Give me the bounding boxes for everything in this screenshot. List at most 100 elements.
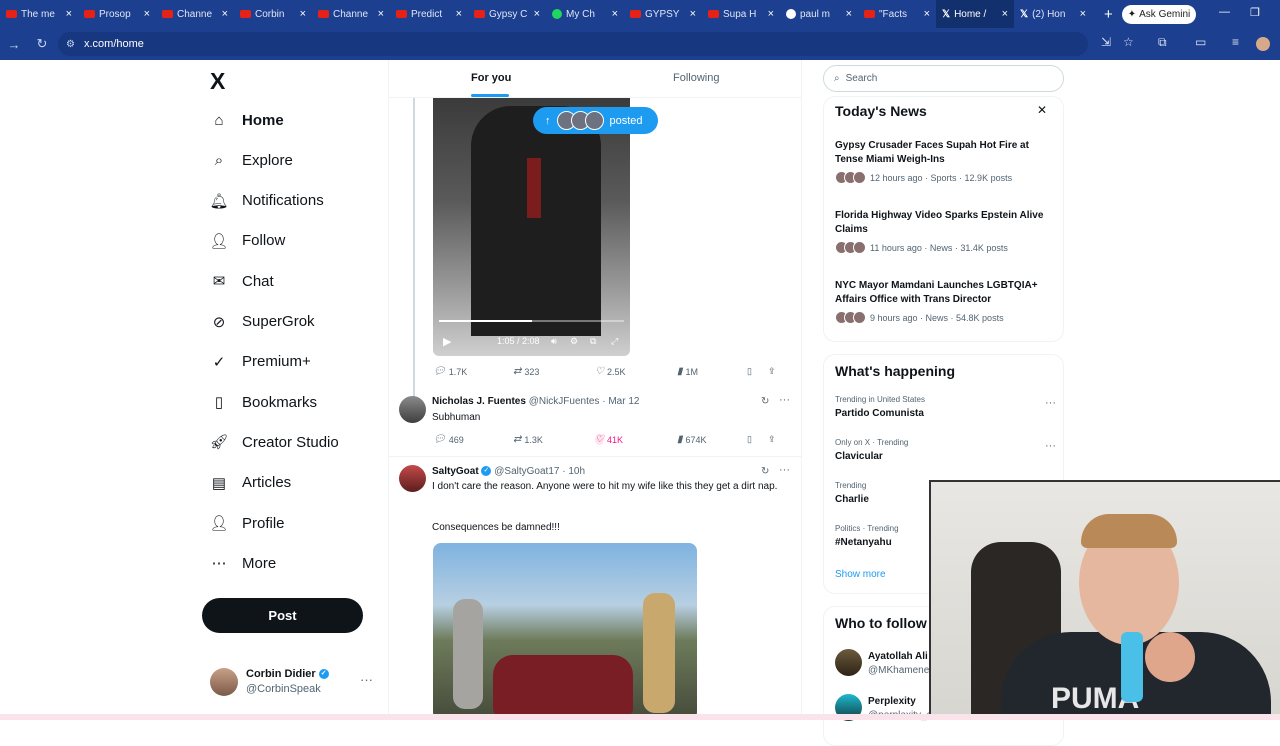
search-input[interactable]: ⌕ Search xyxy=(823,65,1064,92)
browser-tab[interactable]: Gypsy C × xyxy=(468,0,546,28)
sidebar-item-supergrok[interactable]: ⊘ SuperGrok xyxy=(210,307,315,337)
tab-following[interactable]: Following xyxy=(673,72,719,84)
close-tab-icon[interactable]: × xyxy=(66,8,72,20)
fullscreen-icon[interactable]: ⤢ xyxy=(611,336,618,347)
browser-tab[interactable]: Channe × xyxy=(312,0,390,28)
more-icon[interactable]: ··· xyxy=(360,672,373,687)
close-tab-icon[interactable]: × xyxy=(768,8,774,20)
account-switcher[interactable]: Corbin Didier ✓ @CorbinSpeak ··· xyxy=(210,666,380,700)
sidebar-item-creator-studio[interactable]: 🚀︎ Creator Studio xyxy=(209,427,338,457)
install-icon[interactable]: ⇲ xyxy=(1101,35,1111,49)
news-item[interactable]: Gypsy Crusader Faces Supah Hot Fire at T… xyxy=(835,139,1055,184)
browser-tab[interactable]: Predict × xyxy=(390,0,468,28)
close-tab-icon[interactable]: × xyxy=(690,8,696,20)
like-button[interactable]: ♡ 41K xyxy=(595,434,623,445)
views-button[interactable]: ▮ 1M xyxy=(677,366,698,377)
close-tab-icon[interactable]: × xyxy=(300,8,306,20)
new-tab-button[interactable]: + xyxy=(1104,6,1113,23)
close-tab-icon[interactable]: × xyxy=(846,8,852,20)
video-player[interactable]: ▶ 1:05 / 2:08 🔊︎ ⚙ ⧉ ⤢ xyxy=(433,98,630,356)
post-button[interactable]: Post xyxy=(202,598,363,633)
extensions-icon[interactable]: ⧉ xyxy=(1158,35,1167,50)
browser-tab[interactable]: paul m × xyxy=(780,0,858,28)
grok-icon[interactable]: ↻ xyxy=(761,466,769,477)
close-tab-icon[interactable]: × xyxy=(1080,8,1086,20)
browser-tab[interactable]: 𝕏 (2) Hon × xyxy=(1014,0,1092,28)
like-button[interactable]: ♡ 2.5K xyxy=(595,366,625,377)
reply-button[interactable]: 💬︎ 469 xyxy=(433,434,464,445)
sidebar-item-more[interactable]: ⋯ More xyxy=(210,548,277,578)
restore-icon[interactable]: ❐ xyxy=(1250,6,1260,19)
forward-icon[interactable]: → xyxy=(2,37,26,52)
browser-tab[interactable]: My Ch × xyxy=(546,0,624,28)
trend-item[interactable]: Only on X · Trending Clavicular ··· xyxy=(835,438,1056,462)
reload-icon[interactable]: ↻ xyxy=(30,36,54,52)
close-tab-icon[interactable]: × xyxy=(378,8,384,20)
browser-tab[interactable]: "Facts × xyxy=(858,0,936,28)
tweet[interactable]: Nicholas J. Fuentes @NickJFuentes · Mar … xyxy=(389,390,801,456)
ask-gemini-button[interactable]: ✦ Ask Gemini xyxy=(1122,5,1196,24)
reply-button[interactable]: 💬︎ 1.7K xyxy=(433,366,467,377)
sidebar-item-articles[interactable]: ▤ Articles xyxy=(210,468,291,498)
repost-button[interactable]: ⇄ 1.3K xyxy=(513,434,543,445)
bookmark-star-icon[interactable]: ☆ xyxy=(1123,35,1134,49)
bookmark-icon[interactable]: ▯ xyxy=(747,434,752,445)
repost-button[interactable]: ⇄ 323 xyxy=(513,366,539,377)
browser-tab[interactable]: The me × xyxy=(0,0,78,28)
grok-icon[interactable]: ↻ xyxy=(761,396,769,407)
show-more-link[interactable]: Show more xyxy=(835,569,886,580)
trend-item[interactable]: Trending in United States Partido Comunis… xyxy=(835,395,1056,419)
news-item[interactable]: NYC Mayor Mamdani Launches LGBTQIA+ Affa… xyxy=(835,279,1055,324)
play-icon[interactable]: ▶ xyxy=(443,335,451,348)
browser-tab[interactable]: 𝕏 Home / × xyxy=(936,0,1014,28)
close-tab-icon[interactable]: × xyxy=(1002,8,1008,20)
more-icon[interactable]: ··· xyxy=(1045,440,1056,452)
tweet-video[interactable] xyxy=(433,543,697,720)
post-actions: 💬︎ 1.7K ⇄ 323 ♡ 2.5K ▮ 1M ▯ ⇪ xyxy=(433,366,791,382)
tab-for-you[interactable]: For you xyxy=(471,72,511,84)
sidebar-item-notifications[interactable]: 🔔︎ Notifications xyxy=(209,186,323,216)
new-posts-pill[interactable]: ↑ posted xyxy=(533,107,658,134)
sidebar-item-premium[interactable]: ✓ Premium+ xyxy=(210,347,311,377)
close-tab-icon[interactable]: × xyxy=(924,8,930,20)
more-icon[interactable]: ··· xyxy=(779,464,790,476)
more-icon[interactable]: ··· xyxy=(1045,397,1056,409)
author-name[interactable]: Nicholas J. Fuentes xyxy=(432,396,526,407)
screenshot-icon[interactable]: ▭ xyxy=(1195,35,1206,49)
share-icon[interactable]: ⇪ xyxy=(768,366,776,377)
close-tab-icon[interactable]: × xyxy=(456,8,462,20)
site-info-icon[interactable]: ⚙ xyxy=(66,39,75,50)
browser-tab[interactable]: Supa H × xyxy=(702,0,780,28)
x-logo[interactable]: X xyxy=(210,68,225,95)
minimize-icon[interactable]: — xyxy=(1219,6,1230,18)
sidebar-item-explore[interactable]: ⌕ Explore xyxy=(210,145,293,175)
settings-icon[interactable]: ⚙ xyxy=(570,336,578,347)
sidebar-item-follow[interactable]: 👤︎ Follow xyxy=(209,226,285,256)
share-icon[interactable]: ⇪ xyxy=(768,434,776,445)
close-tab-icon[interactable]: × xyxy=(612,8,618,20)
sidebar-item-chat[interactable]: ✉ Chat xyxy=(210,266,274,296)
browser-tab[interactable]: Channe × xyxy=(156,0,234,28)
more-icon[interactable]: ··· xyxy=(779,394,790,406)
volume-icon[interactable]: 🔊︎ xyxy=(551,336,557,347)
close-icon[interactable]: ✕ xyxy=(1037,103,1047,117)
close-tab-icon[interactable]: × xyxy=(222,8,228,20)
close-tab-icon[interactable]: × xyxy=(534,8,540,20)
browser-tab[interactable]: Corbin × xyxy=(234,0,312,28)
author-name[interactable]: SaltyGoat xyxy=(432,466,479,477)
address-bar[interactable]: ⚙ x.com/home xyxy=(58,32,1088,56)
browser-tab[interactable]: GYPSY × xyxy=(624,0,702,28)
more-circle-icon: ⋯ xyxy=(211,555,227,573)
bookmark-icon[interactable]: ▯ xyxy=(747,366,752,377)
views-button[interactable]: ▮ 674K xyxy=(677,434,707,445)
news-item[interactable]: Florida Highway Video Sparks Epstein Ali… xyxy=(835,209,1055,254)
sidebar-item-home[interactable]: ⌂ Home xyxy=(210,105,283,135)
sidebar-item-bookmarks[interactable]: ▯ Bookmarks xyxy=(210,387,317,417)
profile-avatar[interactable] xyxy=(1256,37,1270,51)
pip-icon[interactable]: ⧉ xyxy=(590,336,596,347)
sidebar-item-profile[interactable]: 👤︎ Profile xyxy=(209,508,284,538)
browser-tab[interactable]: Prosop × xyxy=(78,0,156,28)
close-tab-icon[interactable]: × xyxy=(144,8,150,20)
video-progress-bar[interactable] xyxy=(439,320,624,322)
menu-icon[interactable]: ≡ xyxy=(1232,35,1239,49)
